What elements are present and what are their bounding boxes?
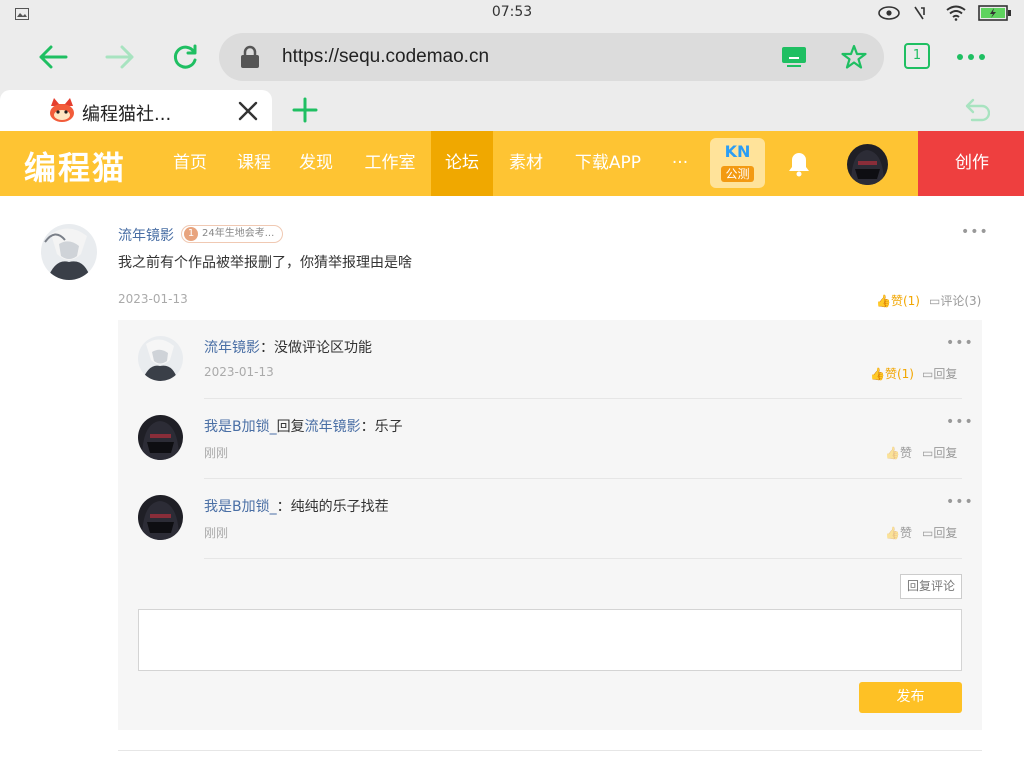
tab-title: 编程猫社... [82, 104, 172, 125]
kn-label: KN [724, 142, 751, 161]
comment-like-button[interactable]: 👍赞(1) [870, 365, 914, 382]
publish-button[interactable]: 发布 [859, 682, 962, 713]
browser-toolbar: https://sequ.codemao.cn 1 [0, 26, 1024, 88]
tab-count-button[interactable]: 1 [904, 43, 930, 69]
comment-text-line: 我是B加锁_回复流年镜影：乐子 [204, 419, 403, 435]
battery-icon [978, 5, 1012, 25]
thumb-up-icon: 👍 [876, 294, 891, 308]
comment-icon: ▭ [922, 367, 934, 381]
comment-reply-button[interactable]: ▭回复 [922, 444, 957, 461]
address-bar[interactable]: https://sequ.codemao.cn [219, 33, 884, 81]
lock-icon [240, 45, 260, 73]
reply-target-user[interactable]: 流年镜影 [305, 419, 361, 435]
forward-arrow-icon[interactable] [103, 40, 137, 74]
badge-text: 24年生地会考... [202, 228, 275, 239]
forum-post: 流年镜影 1 24年生地会考... ••• 我之前有个作品被举报删了，你猜举报理… [0, 196, 1024, 768]
comment-text: 乐子 [374, 419, 403, 435]
comment-avatar[interactable] [138, 336, 183, 381]
close-tab-icon[interactable] [238, 101, 258, 125]
comment-author[interactable]: 流年镜影 [204, 340, 260, 356]
comment-time: 2023-01-13 [204, 365, 274, 379]
post-date: 2023-01-13 [118, 292, 188, 306]
bookmark-star-icon[interactable] [841, 44, 867, 74]
post-comment-button[interactable]: ▭评论(3) [929, 292, 981, 309]
cast-screen-icon[interactable] [781, 46, 807, 72]
divider [204, 558, 962, 559]
bell-icon[interactable] [787, 151, 811, 181]
site-nav: 编程猫 首页 课程 发现 工作室 论坛 素材 下载APP ··· KN 公测 创… [0, 131, 1024, 196]
comment-text: 没做评论区功能 [274, 340, 372, 356]
back-arrow-icon[interactable] [36, 40, 70, 74]
wifi-icon [946, 5, 966, 25]
comment-avatar[interactable] [138, 415, 183, 460]
comment-reply-button[interactable]: ▭回复 [922, 524, 957, 541]
codemao-favicon-icon [48, 96, 76, 128]
comment-time: 刚刚 [204, 446, 229, 460]
comment-more-icon[interactable]: ••• [946, 494, 974, 510]
comment-icon: ▭ [922, 526, 934, 540]
nav-item-studio[interactable]: 工作室 [354, 131, 426, 196]
clock: 07:53 [491, 4, 533, 20]
codemao-logo[interactable]: 编程猫 [24, 143, 126, 189]
status-bar: 07:53 [0, 0, 1024, 26]
comment-like-button[interactable]: 👍赞 [885, 524, 912, 541]
thumb-up-icon: 👍 [885, 526, 900, 540]
comment-section: 流年镜影：没做评论区功能 ••• 2023-01-13 👍赞(1) ▭回复 我是… [118, 320, 982, 730]
nav-item-materials[interactable]: 素材 [500, 131, 552, 196]
nav-item-courses[interactable]: 课程 [228, 131, 280, 196]
kn-beta-label: 公测 [721, 166, 754, 182]
nav-item-forum[interactable]: 论坛 [431, 131, 493, 196]
more-menu-icon[interactable] [954, 40, 988, 74]
post-author-name[interactable]: 流年镜影 [118, 225, 174, 245]
comment-author[interactable]: 我是B加锁_ [204, 419, 277, 435]
comment-input[interactable] [138, 609, 962, 671]
thumb-up-icon: 👍 [870, 367, 885, 381]
thumb-up-icon: 👍 [885, 446, 900, 460]
comment-icon: ▭ [922, 446, 934, 460]
post-body: 我之前有个作品被举报删了，你猜举报理由是啥 [118, 255, 412, 271]
comment-time: 刚刚 [204, 526, 229, 540]
url-text: https://sequ.codemao.cn [282, 46, 490, 67]
comment-item: 我是B加锁_回复流年镜影：乐子 ••• 刚刚 👍赞 ▭回复 [118, 399, 982, 479]
comment-more-icon[interactable]: ••• [946, 335, 974, 351]
create-button[interactable]: 创作 [918, 131, 1024, 196]
nav-item-discover[interactable]: 发现 [290, 131, 342, 196]
vibrate-off-icon [911, 5, 927, 25]
user-avatar[interactable] [847, 144, 888, 185]
comment-icon: ▭ [929, 294, 941, 308]
comment-item: 我是B加锁_：纯纯的乐子找茬 ••• 刚刚 👍赞 ▭回复 [118, 479, 982, 559]
nav-item-download-app[interactable]: 下载APP [565, 131, 651, 196]
comment-text-line: 流年镜影：没做评论区功能 [204, 340, 372, 356]
new-tab-plus-icon[interactable] [292, 97, 318, 127]
nav-more-icon[interactable]: ··· [662, 131, 698, 196]
comment-reply-button[interactable]: ▭回复 [922, 365, 957, 382]
comment-item: 流年镜影：没做评论区功能 ••• 2023-01-13 👍赞(1) ▭回复 [118, 320, 982, 399]
comment-more-icon[interactable]: ••• [946, 414, 974, 430]
nav-item-home[interactable]: 首页 [164, 131, 216, 196]
eye-icon [878, 5, 900, 24]
undo-icon[interactable] [962, 98, 991, 126]
comment-author[interactable]: 我是B加锁_ [204, 499, 277, 515]
user-title-badge: 1 24年生地会考... [181, 225, 284, 243]
refresh-icon[interactable] [168, 40, 202, 74]
comment-avatar[interactable] [138, 495, 183, 540]
post-author-avatar[interactable] [41, 224, 97, 280]
divider [118, 750, 982, 751]
badge-level: 1 [184, 227, 198, 241]
post-like-button[interactable]: 👍赞(1) [876, 292, 920, 309]
kn-beta-button[interactable]: KN 公测 [710, 138, 765, 188]
comment-text: 纯纯的乐子找茬 [290, 499, 389, 515]
post-more-icon[interactable]: ••• [961, 224, 989, 240]
comment-text-line: 我是B加锁_：纯纯的乐子找茬 [204, 499, 389, 515]
comment-like-button[interactable]: 👍赞 [885, 444, 912, 461]
reply-comment-button[interactable]: 回复评论 [900, 574, 962, 599]
browser-tab[interactable]: 编程猫社... [0, 90, 272, 131]
tab-strip: 编程猫社... [0, 88, 1024, 131]
